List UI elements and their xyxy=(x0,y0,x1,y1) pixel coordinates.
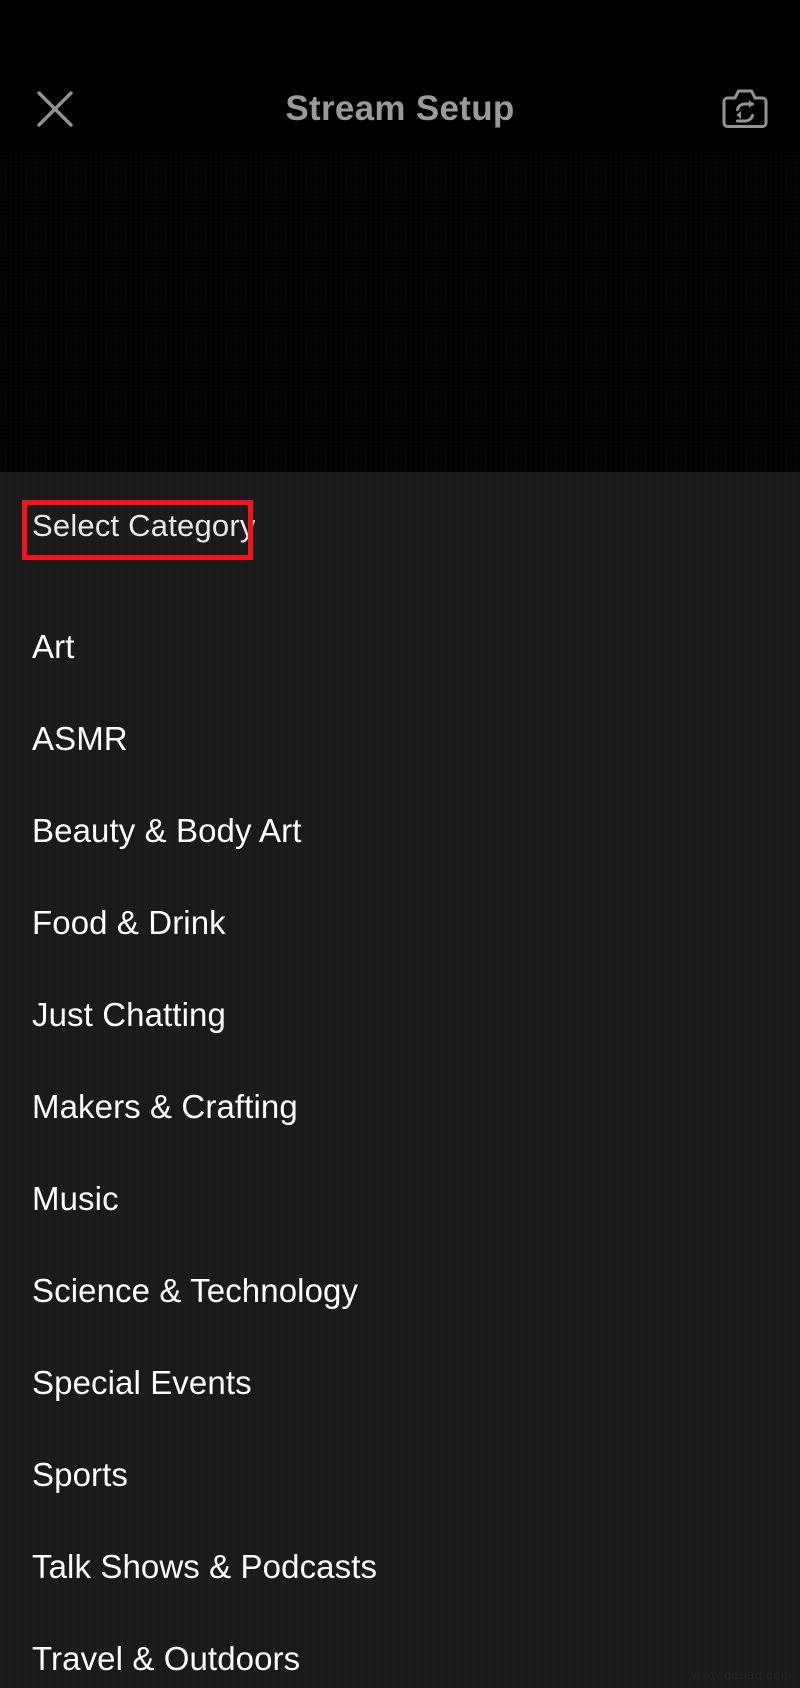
category-label: Makers & Crafting xyxy=(32,1088,298,1125)
list-item[interactable]: Music xyxy=(0,1153,800,1245)
list-item[interactable]: Special Events xyxy=(0,1337,800,1429)
close-x-icon[interactable] xyxy=(33,87,77,131)
list-item[interactable]: Art xyxy=(0,601,800,693)
category-label: Travel & Outdoors xyxy=(32,1640,301,1677)
list-item[interactable]: Beauty & Body Art xyxy=(0,785,800,877)
category-label: Special Events xyxy=(32,1364,252,1401)
category-label: Food & Drink xyxy=(32,904,226,941)
category-picker-sheet: Select Category Art ASMR Beauty & Body A… xyxy=(0,472,800,1688)
category-label: Science & Technology xyxy=(32,1272,359,1309)
category-label: Beauty & Body Art xyxy=(32,812,302,849)
list-item[interactable]: Makers & Crafting xyxy=(0,1061,800,1153)
category-label: Sports xyxy=(32,1456,128,1493)
category-label: ASMR xyxy=(32,720,128,757)
category-list[interactable]: Art ASMR Beauty & Body Art Food & Drink … xyxy=(0,601,800,1688)
category-label: Art xyxy=(32,628,75,665)
list-item[interactable]: Science & Technology xyxy=(0,1245,800,1337)
list-item[interactable]: Food & Drink xyxy=(0,877,800,969)
flip-camera-icon[interactable] xyxy=(721,87,769,131)
page-title: Stream Setup xyxy=(285,89,515,128)
status-bar xyxy=(0,0,800,68)
list-item[interactable]: ASMR xyxy=(0,693,800,785)
header-bar: Stream Setup xyxy=(0,68,800,150)
camera-preview[interactable] xyxy=(0,150,800,472)
list-item[interactable]: Talk Shows & Podcasts xyxy=(0,1521,800,1613)
list-item[interactable]: Travel & Outdoors xyxy=(0,1613,800,1688)
flip-camera-button[interactable] xyxy=(690,87,800,131)
stream-setup-screen: Stream Setup Select Category Art ASMR Be… xyxy=(0,0,800,1688)
category-label: Talk Shows & Podcasts xyxy=(32,1548,378,1585)
close-button[interactable] xyxy=(0,87,110,131)
list-item[interactable]: Just Chatting xyxy=(0,969,800,1061)
watermark: www.deuaq.com xyxy=(691,1667,792,1682)
category-label: Just Chatting xyxy=(32,996,226,1033)
category-label: Music xyxy=(32,1180,119,1217)
select-category-label[interactable]: Select Category xyxy=(32,508,256,544)
list-item[interactable]: Sports xyxy=(0,1429,800,1521)
